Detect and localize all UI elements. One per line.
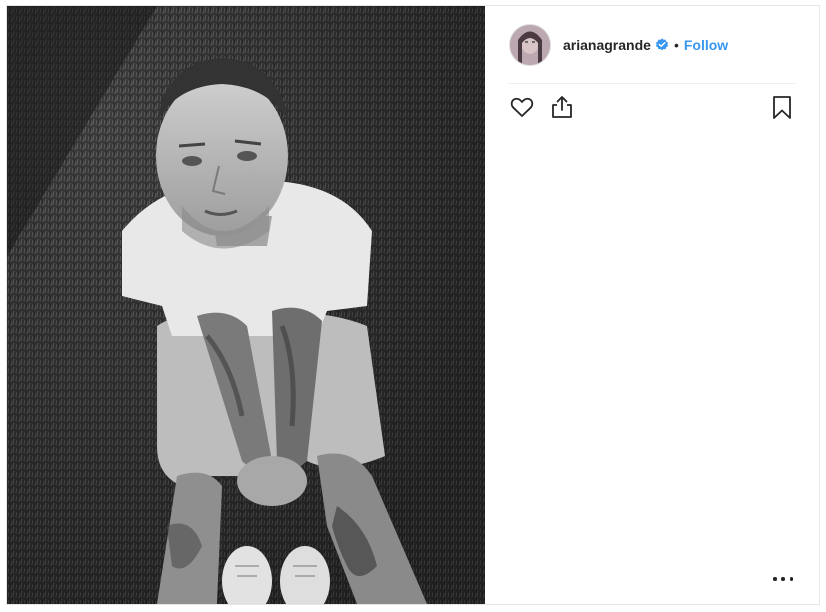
more-dot — [781, 577, 785, 581]
author-avatar[interactable] — [509, 23, 551, 66]
post-actions — [509, 92, 795, 122]
avatar-image — [510, 24, 550, 65]
post-header: arianagrande • Follow — [509, 6, 795, 84]
post-photo-image — [7, 6, 485, 604]
verified-badge-icon — [655, 38, 669, 52]
bookmark-icon[interactable] — [769, 94, 795, 120]
more-options-icon[interactable] — [773, 574, 793, 584]
follow-button[interactable]: Follow — [684, 37, 728, 53]
separator-dot: • — [673, 36, 679, 53]
post-card: arianagrande • Follow — [6, 5, 820, 605]
heart-icon[interactable] — [509, 94, 535, 120]
more-dot — [773, 577, 777, 581]
author-username[interactable]: arianagrande — [563, 37, 651, 53]
more-dot — [789, 577, 793, 581]
post-photo[interactable] — [7, 6, 485, 604]
share-icon[interactable] — [549, 94, 575, 120]
post-side-panel: arianagrande • Follow — [485, 6, 819, 604]
